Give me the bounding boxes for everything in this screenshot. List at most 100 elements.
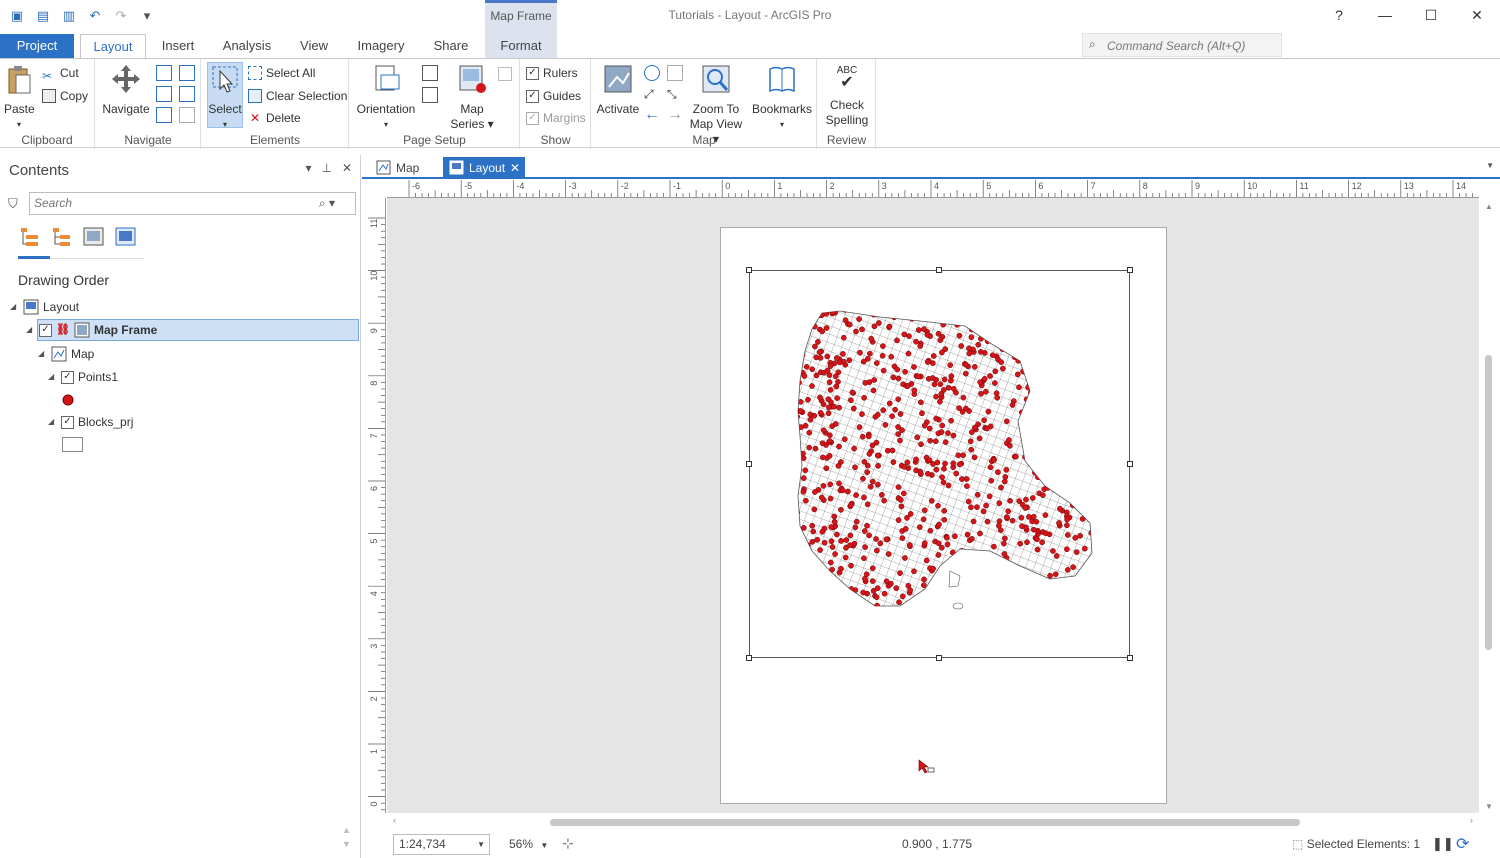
tree-item-points[interactable]: ◢ ✓ Points1 (48, 366, 118, 388)
redo-icon[interactable]: ↷ (110, 6, 132, 26)
refresh-icon[interactable]: ⟳ (1456, 834, 1469, 854)
blocks-checkbox[interactable]: ✓ (61, 415, 74, 429)
check-spelling-button[interactable]: ABC ✔ Check Spelling (820, 63, 874, 128)
polygon-symbol-icon[interactable] (62, 437, 83, 452)
full-extent-icon[interactable] (179, 65, 195, 81)
view-tab-layout[interactable]: Layout ✕ (443, 157, 525, 179)
globe-icon[interactable] (644, 65, 660, 81)
cut-button[interactable]: ✂ Cut (42, 63, 79, 83)
lock-icon[interactable]: ⛓ (56, 319, 70, 341)
activate-button[interactable]: Activate (596, 63, 640, 117)
undo-icon[interactable]: ↶ (84, 6, 106, 26)
margins-checkbox[interactable]: ✓ Margins (526, 108, 586, 128)
add-guide-icon[interactable]: ⊹ (562, 835, 574, 852)
zoom-selector[interactable]: 56% ▼ (502, 834, 552, 855)
forward-arrow-icon[interactable]: → (667, 107, 685, 123)
resize-handle-sw[interactable] (746, 655, 752, 661)
resize-handle-ne[interactable] (1127, 267, 1133, 273)
collapse-triangle-icon[interactable]: ◢ (26, 319, 35, 341)
pane-menu-icon[interactable]: ▾ (305, 161, 311, 175)
tab-insert[interactable]: Insert (152, 34, 204, 58)
next-extent-icon[interactable] (179, 107, 195, 123)
vertical-scroll-thumb[interactable] (1485, 355, 1492, 650)
data-source-icon[interactable] (50, 225, 73, 248)
customize-qat-icon[interactable]: ▾ (136, 6, 158, 26)
editing-view-icon[interactable] (114, 225, 137, 248)
tree-item-blocks[interactable]: ◢ ✓ Blocks_prj (48, 411, 133, 433)
zoom-dropdown-icon[interactable]: ▼ (540, 841, 548, 850)
scale-selector[interactable]: 1:24,734 ▼ (393, 834, 490, 855)
save-project-icon[interactable]: ▥ (58, 6, 80, 26)
vertical-scrollbar[interactable]: ▲ ▼ (1479, 198, 1500, 813)
tab-imagery[interactable]: Imagery (348, 34, 414, 58)
back-arrow-icon[interactable]: ← (644, 107, 662, 123)
new-project-icon[interactable]: ▣ (6, 6, 28, 26)
page-margins-icon[interactable] (422, 87, 438, 103)
resize-handle-s[interactable] (936, 655, 942, 661)
pane-scroll-arrows[interactable]: ▲ ▼ (342, 823, 351, 851)
collapse-triangle-icon[interactable]: ◢ (48, 411, 57, 433)
search-magnifier-icon[interactable]: ⌕ ▾ (319, 196, 335, 211)
tab-project[interactable]: Project (0, 34, 74, 58)
selection-view-icon[interactable] (82, 225, 105, 248)
delete-button[interactable]: ✕ Delete (248, 108, 301, 128)
map-series-button[interactable]: Map Series ▾ (450, 63, 494, 132)
scroll-down-icon[interactable]: ▼ (1485, 802, 1493, 811)
horizontal-scroll-thumb[interactable] (550, 819, 1300, 826)
clear-selection-button[interactable]: Clear Selection (248, 86, 347, 106)
tab-analysis[interactable]: Analysis (214, 34, 280, 58)
zoom-to-page-icon[interactable] (179, 86, 195, 102)
scroll-left-icon[interactable]: ‹ (393, 815, 396, 825)
command-search[interactable]: ⌕ Command Search (Alt+Q) (1082, 33, 1282, 57)
paste-button[interactable]: Paste ▾ (4, 63, 35, 132)
bookmarks-button[interactable]: Bookmarks ▾ (750, 63, 814, 132)
orientation-button[interactable]: Orientation ▾ (356, 63, 416, 132)
tab-share[interactable]: Share (424, 34, 478, 58)
points-checkbox[interactable]: ✓ (61, 370, 74, 384)
drawing-order-icon[interactable] (18, 225, 41, 248)
resize-handle-e[interactable] (1127, 461, 1133, 467)
pane-close-icon[interactable]: ✕ (342, 161, 352, 175)
resize-handle-nw[interactable] (746, 267, 752, 273)
pause-drawing-icon[interactable]: ❚❚ (1432, 836, 1454, 852)
tab-format[interactable]: Format (485, 34, 557, 58)
collapse-triangle-icon[interactable]: ◢ (38, 343, 47, 365)
minimize-button[interactable]: — (1362, 0, 1408, 30)
navigate-button[interactable]: Navigate (102, 63, 150, 117)
shrink-arrows-icon[interactable]: ⤡ (667, 86, 685, 102)
view-tab-map[interactable]: Map (370, 157, 436, 179)
resize-handle-n[interactable] (936, 267, 942, 273)
select-all-button[interactable]: Select All (248, 63, 315, 83)
tree-item-map[interactable]: ◢ Map (38, 343, 94, 365)
page-setup-extra-icon[interactable] (498, 67, 512, 81)
map-frame[interactable] (746, 267, 1133, 661)
open-project-icon[interactable]: ▤ (32, 6, 54, 26)
maximize-button[interactable]: ☐ (1408, 0, 1454, 30)
resize-handle-se[interactable] (1127, 655, 1133, 661)
guides-checkbox[interactable]: ✓ Guides (526, 86, 581, 106)
contents-search-input[interactable] (34, 193, 304, 213)
page-size-icon[interactable] (422, 65, 438, 81)
fixed-zoom-out-icon[interactable] (156, 86, 172, 102)
scale-to-icon[interactable] (667, 65, 683, 81)
scroll-up-icon[interactable]: ▲ (1485, 202, 1493, 211)
collapse-triangle-icon[interactable]: ◢ (48, 366, 57, 388)
previous-extent-icon[interactable] (156, 107, 172, 123)
tree-item-layout[interactable]: ◢ Layout (10, 296, 79, 318)
resize-handle-w[interactable] (746, 461, 752, 467)
layout-canvas[interactable] (387, 198, 1479, 813)
pin-icon[interactable]: ⊥ (321, 161, 331, 175)
tabs-overflow-icon[interactable]: ▼ (1486, 161, 1494, 170)
close-button[interactable]: ✕ (1454, 0, 1500, 30)
expand-arrows-icon[interactable]: ⤢ (644, 86, 662, 102)
layout-page[interactable] (720, 227, 1167, 804)
scroll-right-icon[interactable]: › (1470, 815, 1473, 825)
collapse-triangle-icon[interactable]: ◢ (10, 296, 19, 318)
horizontal-scrollbar[interactable]: ‹ › (387, 813, 1479, 831)
filter-icon[interactable]: ⛉ (8, 196, 18, 212)
rulers-checkbox[interactable]: ✓ Rulers (526, 63, 578, 83)
point-symbol-icon[interactable] (61, 393, 75, 407)
tab-layout[interactable]: Layout (80, 34, 146, 59)
tree-item-map-frame[interactable]: ◢ ✓ ⛓ Map Frame (26, 319, 359, 341)
select-button[interactable]: Select ▾ (207, 62, 243, 129)
